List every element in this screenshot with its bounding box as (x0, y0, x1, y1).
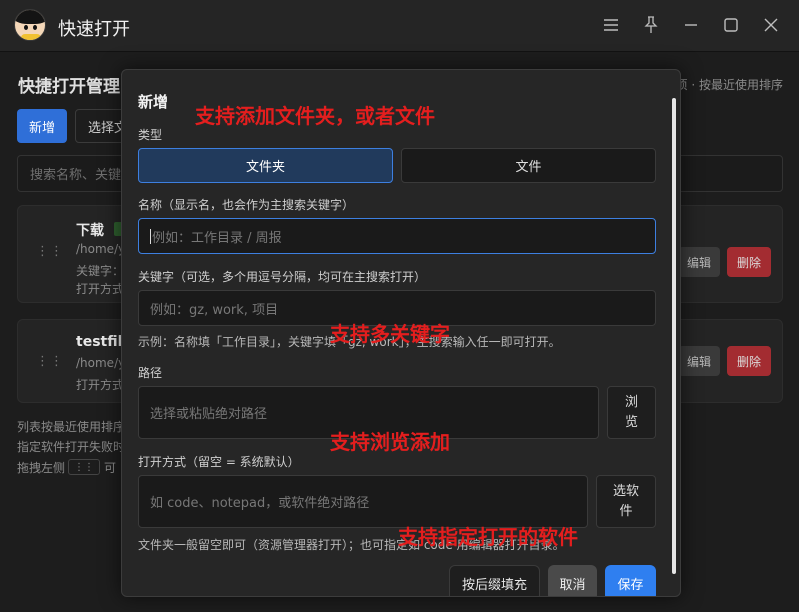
page-title: 快捷打开管理 (18, 77, 120, 97)
sort-hint: 项 · 按最近使用排序 (675, 78, 783, 92)
item-name: 下载 (76, 223, 104, 239)
browse-label: 浏览 (624, 394, 638, 430)
annotation-browse-add: 支持浏览添加 (330, 430, 450, 454)
browse-button[interactable]: 浏览 (607, 386, 656, 439)
annotation-multi-keywords: 支持多关键字 (330, 322, 450, 346)
choose-app-button[interactable]: 选软件 (596, 475, 656, 528)
annotation-specify-app: 支持指定打开的软件 (398, 525, 578, 549)
maximize-icon[interactable] (720, 14, 742, 36)
type-label: 类型 (138, 128, 163, 142)
type-option-folder[interactable]: 文件夹 (138, 148, 393, 183)
pin-icon[interactable] (640, 14, 662, 36)
drag-handle-icon[interactable]: ⋮⋮ (36, 354, 64, 369)
app-logo-icon (14, 9, 46, 41)
app-title: 快速打开 (58, 19, 130, 40)
edit-button[interactable]: 编辑 (678, 346, 720, 376)
dialog-scrollbar[interactable] (672, 98, 676, 574)
fill-by-extension-button[interactable]: 按后缀填充 (449, 565, 540, 596)
choose-app-label: 选软件 (612, 483, 639, 519)
keywords-label: 关键字（可选，多个用逗号分隔，均可在主搜索打开） (138, 270, 427, 284)
footer-line: 拖拽左侧 (17, 461, 66, 475)
drag-kbd-hint: ⋮⋮ (68, 459, 100, 475)
open-with-label: 打开方式（留空 = 系统默认） (138, 455, 300, 469)
dialog-title: 新增 (138, 93, 169, 111)
path-placeholder: 选择或粘贴绝对路径 (150, 407, 268, 422)
path-label: 路径 (138, 366, 163, 380)
menu-icon[interactable] (600, 14, 622, 36)
delete-button[interactable]: 删除 (727, 247, 771, 277)
item-path: /home/y (76, 356, 126, 370)
close-icon[interactable] (760, 14, 782, 36)
annotation-add-files-folders: 支持添加文件夹，或者文件 (195, 104, 435, 128)
item-path: /home/y (76, 242, 126, 256)
text-caret (150, 228, 151, 244)
name-label: 名称（显示名，也会作为主搜索关键字） (138, 198, 355, 212)
item-keywords: 关键字： (76, 264, 125, 278)
footer-line: 列表按最近使用排序 (17, 420, 126, 434)
type-option-file[interactable]: 文件 (401, 148, 656, 183)
footer-line: 指定软件打开失败时 (17, 440, 126, 454)
name-input[interactable]: 例如：工作目录 / 周报 (138, 218, 656, 254)
item-open-with: 打开方式 (76, 282, 125, 296)
edit-button[interactable]: 编辑 (678, 247, 720, 277)
item-open-with: 打开方式 (76, 378, 125, 392)
drag-handle-icon[interactable]: ⋮⋮ (36, 244, 64, 259)
add-button[interactable]: 新增 (17, 109, 67, 143)
delete-button[interactable]: 删除 (727, 346, 771, 376)
cancel-button[interactable]: 取消 (548, 565, 597, 596)
title-bar: 快速打开 (0, 0, 799, 52)
save-button[interactable]: 保存 (605, 565, 656, 596)
footer-line: 可 (104, 461, 117, 475)
open-with-placeholder: 如 code、notepad，或软件绝对路径 (150, 496, 370, 511)
keywords-placeholder: 例如：gz, work, 项目 (150, 302, 279, 318)
name-placeholder: 例如：工作目录 / 周报 (152, 230, 282, 246)
minimize-icon[interactable] (680, 14, 702, 36)
